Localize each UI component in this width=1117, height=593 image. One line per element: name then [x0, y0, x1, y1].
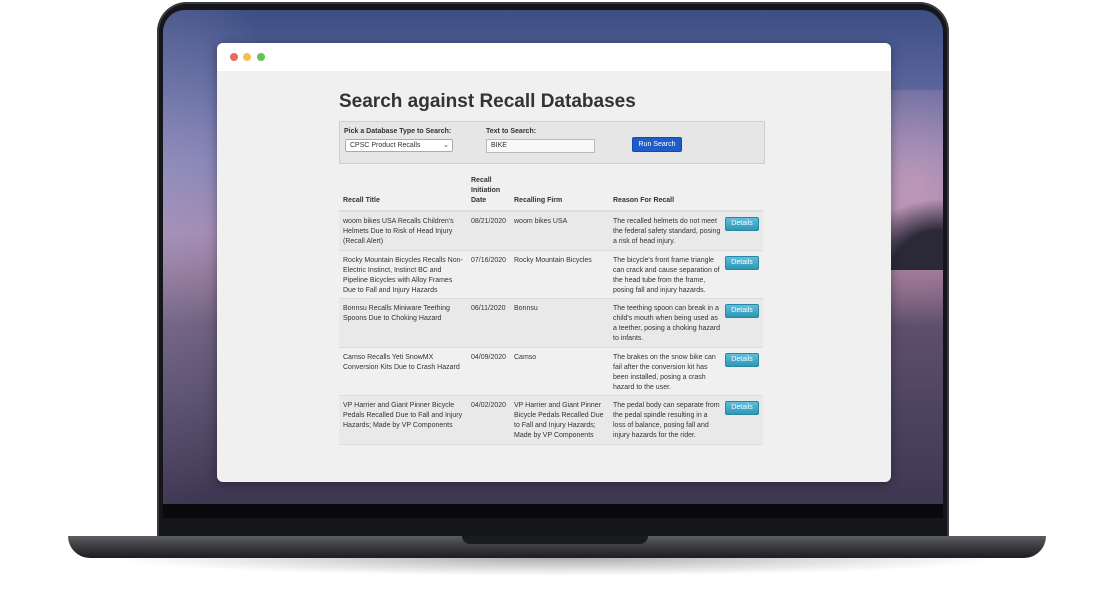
recall-reason: The brakes on the snow bike can fail aft… [613, 354, 716, 391]
column-header-date-line1: Recall [471, 177, 492, 184]
details-button[interactable]: Details [725, 217, 759, 231]
maximize-window-button[interactable] [257, 53, 265, 61]
recall-title: Bonnsu Recalls Miniware Teething Spoons … [343, 305, 450, 322]
wallpaper-shore [163, 504, 943, 518]
recall-firm: Camso [514, 354, 537, 361]
recall-firm: Rocky Mountain Bicycles [514, 257, 592, 264]
column-header-date-line2: Initiation [471, 187, 501, 194]
details-button[interactable]: Details [725, 353, 759, 367]
details-button[interactable]: Details [725, 256, 759, 270]
minimize-window-button[interactable] [243, 53, 251, 61]
recall-date: 06/11/2020 [471, 305, 506, 312]
close-window-button[interactable] [230, 53, 238, 61]
recall-date: 04/09/2020 [471, 354, 507, 361]
recall-reason: The recalled helmets do not meet the fed… [613, 218, 721, 245]
recalls-table: Recall Title Recall Initiation Date Reca… [339, 170, 763, 445]
table-row: VP Harrier and Giant Pinner Bicycle Peda… [339, 396, 763, 445]
recall-date: 08/21/2020 [471, 218, 507, 225]
recall-title: Rocky Mountain Bicycles Recalls Non-Elec… [343, 257, 463, 294]
recall-reason: The bicycle's front frame triangle can c… [613, 257, 720, 294]
recall-firm: woom bikes USA [514, 218, 568, 225]
column-header-firm: Recalling Firm [514, 197, 563, 204]
chevron-down-icon: ⌄ [443, 142, 449, 149]
recall-date: 07/16/2020 [471, 257, 507, 264]
browser-window: Search against Recall Databases Pick a D… [217, 43, 891, 482]
recall-reason: The pedal body can separate from the ped… [613, 402, 720, 439]
recall-title: VP Harrier and Giant Pinner Bicycle Peda… [343, 402, 463, 429]
details-button[interactable]: Details [725, 401, 759, 415]
table-row: Camso Recalls Yeti SnowMX Conversion Kit… [339, 348, 763, 396]
column-header-reason: Reason For Recall [613, 197, 675, 204]
table-row: Bonnsu Recalls Miniware Teething Spoons … [339, 299, 763, 348]
window-titlebar [217, 43, 891, 71]
details-button[interactable]: Details [725, 304, 759, 318]
table-row: Rocky Mountain Bicycles Recalls Non-Elec… [339, 251, 763, 299]
laptop-notch [462, 536, 648, 544]
recall-title: woom bikes USA Recalls Children's Helmet… [343, 218, 454, 245]
search-text-input[interactable]: BIKE [486, 139, 595, 153]
page-title: Search against Recall Databases [339, 91, 636, 112]
table-row: woom bikes USA Recalls Children's Helmet… [339, 212, 763, 251]
recall-title: Camso Recalls Yeti SnowMX Conversion Kit… [343, 354, 460, 371]
run-search-button[interactable]: Run Search [632, 137, 682, 152]
column-header-date-line3: Date [471, 197, 487, 204]
column-header-date: Recall Initiation Date [471, 176, 511, 206]
recall-date: 04/02/2020 [471, 402, 507, 409]
search-panel: Pick a Database Type to Search: CPSC Pro… [339, 121, 765, 164]
database-type-label: Pick a Database Type to Search: [344, 128, 452, 135]
database-type-value: CPSC Product Recalls [350, 142, 421, 149]
column-header-title: Recall Title [343, 197, 380, 204]
recall-firm: VP Harrier and Giant Pinner Bicycle Peda… [514, 402, 604, 439]
database-type-select[interactable]: CPSC Product Recalls ⌄ [345, 139, 453, 152]
laptop-shadow [110, 558, 1006, 576]
table-header: Recall Title Recall Initiation Date Reca… [339, 170, 763, 212]
recall-firm: Bonnsu [514, 305, 538, 312]
recall-reason: The teething spoon can break in a child'… [613, 305, 721, 342]
search-text-label: Text to Search: [486, 128, 537, 135]
